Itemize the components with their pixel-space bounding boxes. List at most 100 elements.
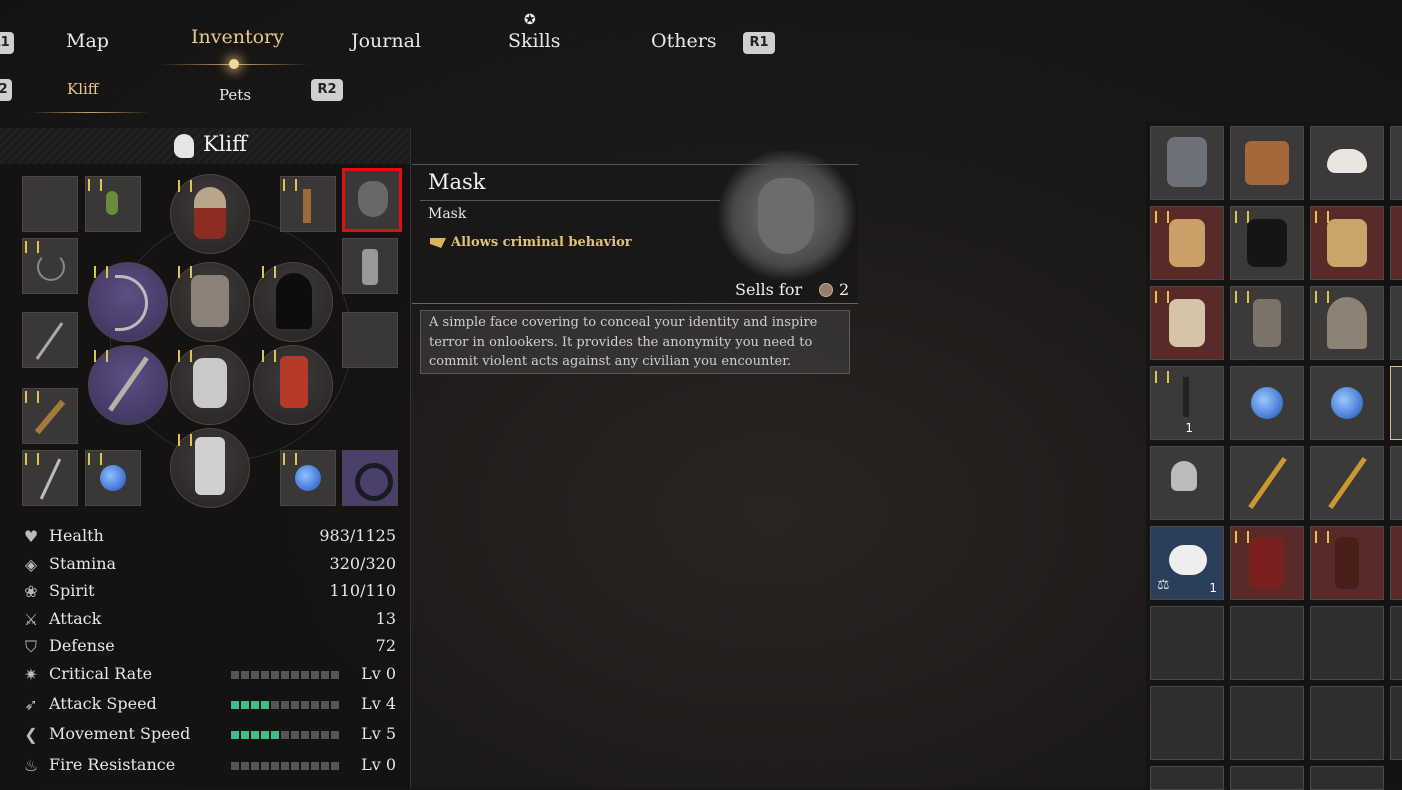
- subtab-kliff[interactable]: Kliff: [67, 80, 98, 98]
- arrow-bundle-icon: [1183, 377, 1189, 417]
- tier-icon: [1235, 531, 1249, 543]
- armor-icon: [191, 275, 229, 327]
- l2-button[interactable]: L2: [0, 79, 12, 101]
- equip-slot-necklace[interactable]: [22, 238, 78, 294]
- inventory-item-cloak[interactable]: [1310, 286, 1384, 360]
- inventory-slot-empty[interactable]: [1310, 686, 1384, 760]
- tab-journal[interactable]: Journal: [351, 30, 421, 52]
- inventory-item-dark-armor[interactable]: [1230, 206, 1304, 280]
- stat-value: Lv 0: [361, 755, 396, 774]
- bracer-icon: [280, 356, 308, 408]
- inventory-slot-empty[interactable]: [1230, 766, 1304, 790]
- inventory-item-boots[interactable]: [1230, 126, 1304, 200]
- stamina-icon: ◈: [24, 555, 38, 574]
- tier-icon: [1155, 211, 1169, 223]
- greaves-icon: [1253, 299, 1281, 347]
- stat-value: Lv 4: [361, 694, 396, 713]
- stat-row: ⛉ Defense 72: [22, 636, 396, 658]
- equip-slot-gem[interactable]: [85, 450, 141, 506]
- inventory-item-red-boots[interactable]: [1310, 526, 1384, 600]
- inventory-slot-empty[interactable]: [1230, 606, 1304, 680]
- chest-armor-icon: [1169, 219, 1205, 267]
- equip-slot-arrows[interactable]: [22, 388, 78, 444]
- sells-divider: [412, 303, 858, 304]
- inventory-item-partial-highlighted[interactable]: [1390, 366, 1402, 440]
- inventory-item-partial[interactable]: [1390, 286, 1402, 360]
- inventory-slot-empty[interactable]: [1150, 606, 1224, 680]
- equip-slot-mask-selected[interactable]: [342, 168, 402, 232]
- red-coat-icon: [1249, 537, 1285, 589]
- inventory-item-greaves[interactable]: [1230, 286, 1304, 360]
- equip-slot-ring[interactable]: [342, 450, 398, 506]
- level-bar-fill: [231, 701, 271, 709]
- tier-icon: [262, 266, 276, 278]
- inventory-slot-empty[interactable]: [1310, 766, 1384, 790]
- stat-row: ❮ Movement Speed Lv 5: [22, 724, 396, 746]
- inventory-item-plate-armor[interactable]: [1150, 286, 1224, 360]
- gem-icon: [295, 465, 321, 491]
- r2-button[interactable]: R2: [311, 79, 343, 101]
- sword-icon: ⚔: [23, 610, 39, 629]
- inventory-item-chest-armor[interactable]: [1150, 206, 1224, 280]
- inventory-item-arrow-bundle[interactable]: 1: [1150, 366, 1224, 440]
- tier-icon: [178, 180, 192, 192]
- equip-slot-spear[interactable]: [22, 312, 78, 368]
- character-portrait-icon: [174, 134, 194, 158]
- tier-icon: [1315, 531, 1329, 543]
- inventory-item-partial[interactable]: [1390, 126, 1402, 200]
- sword-icon: [108, 356, 149, 412]
- tier-icon: [94, 350, 108, 362]
- blade-icon: [39, 458, 62, 500]
- equip-slot-torch[interactable]: [280, 176, 336, 232]
- tab-others[interactable]: Others: [651, 30, 717, 52]
- tab-skills[interactable]: Skills: [508, 30, 561, 52]
- inventory-slot-empty[interactable]: [1150, 766, 1224, 790]
- equip-slot-blade[interactable]: [22, 450, 78, 506]
- inventory-item-red-coat[interactable]: [1230, 526, 1304, 600]
- inventory-item-shovel[interactable]: [1150, 446, 1224, 520]
- inventory-item-cotton[interactable]: ⚖ 1: [1150, 526, 1224, 600]
- equip-slot-gem-2[interactable]: [280, 450, 336, 506]
- inventory-item-cap[interactable]: [1310, 126, 1384, 200]
- l1-button[interactable]: L1: [0, 32, 14, 54]
- r1-button[interactable]: R1: [743, 32, 775, 54]
- tab-map[interactable]: Map: [66, 30, 109, 52]
- inventory-item-partial[interactable]: [1390, 206, 1402, 280]
- inventory-slot-empty[interactable]: [1310, 606, 1384, 680]
- inventory-item-blue-gem[interactable]: [1230, 366, 1304, 440]
- tab-inventory[interactable]: Inventory: [191, 26, 284, 48]
- inventory-item-gold-armor[interactable]: [1310, 206, 1384, 280]
- tier-icon: [178, 266, 192, 278]
- stat-label: Attack Speed: [49, 694, 157, 713]
- inventory-item-partial[interactable]: [1390, 446, 1402, 520]
- kliff-underline: [30, 112, 150, 113]
- inventory-item-fishing-rod[interactable]: [1230, 446, 1304, 520]
- gold-armor-icon: [1327, 219, 1367, 267]
- spear-icon: [35, 322, 64, 360]
- inventory-item-blue-gem-2[interactable]: [1310, 366, 1384, 440]
- inventory-slot-empty[interactable]: [1390, 686, 1402, 760]
- subtab-pets[interactable]: Pets: [219, 86, 251, 104]
- stat-label: Critical Rate: [49, 664, 153, 683]
- inventory-slot-empty[interactable]: [1390, 606, 1402, 680]
- heart-icon: ♥: [23, 527, 39, 546]
- stat-row: ❀ Spirit 110/110: [22, 581, 396, 603]
- stat-row: ♨ Fire Resistance Lv 0: [22, 755, 396, 777]
- inventory-slot-empty[interactable]: [1230, 686, 1304, 760]
- item-count: 1: [1209, 581, 1217, 595]
- inventory-item-shirt[interactable]: [1150, 126, 1224, 200]
- stat-value: 13: [375, 609, 396, 628]
- skills-badge-icon: ✪: [524, 12, 536, 28]
- inventory-item-partial[interactable]: [1390, 526, 1402, 600]
- equip-slot-empty[interactable]: [342, 312, 398, 368]
- equip-slot-empty[interactable]: [22, 176, 78, 232]
- equip-slot-amulet[interactable]: [85, 176, 141, 232]
- inventory-slot-empty[interactable]: [1150, 686, 1224, 760]
- sells-for-label: Sells for: [735, 280, 803, 299]
- item-description: A simple face covering to conceal your i…: [420, 310, 850, 374]
- inventory-item-fishing-rod-2[interactable]: [1310, 446, 1384, 520]
- gem-icon: [1331, 387, 1363, 419]
- tier-icon: [25, 391, 39, 403]
- inventory-active-dot: [229, 59, 239, 69]
- equip-slot-lantern[interactable]: [342, 238, 398, 294]
